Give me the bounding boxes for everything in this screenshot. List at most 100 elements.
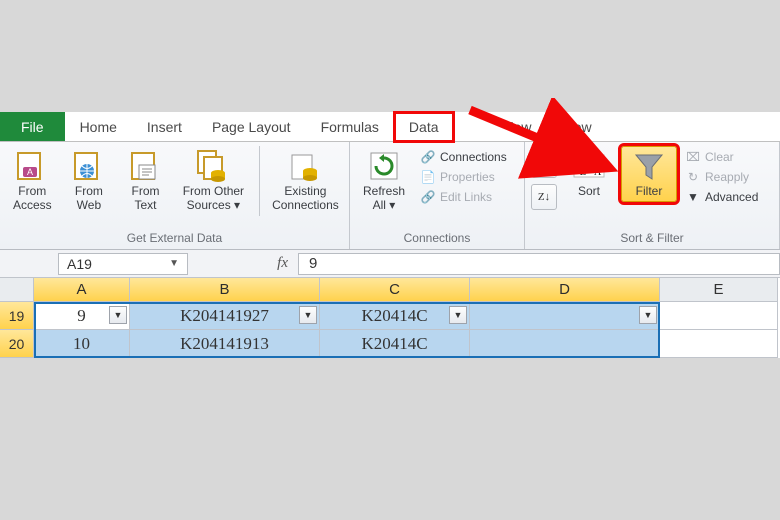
ribbon: A From Access From Web From Text From Ot…	[0, 142, 780, 250]
from-access-button[interactable]: A From Access	[6, 146, 59, 216]
cell-D19[interactable]: ▼	[470, 302, 660, 330]
svg-text:A: A	[27, 167, 33, 177]
filter-label: Filter	[636, 185, 663, 199]
tab-insert[interactable]: Insert	[132, 112, 197, 141]
filter-icon	[632, 149, 666, 183]
column-headers: A B C D E	[0, 278, 780, 302]
refresh-all-label: Refresh All ▾	[363, 185, 405, 213]
cell-B19-value: K204141927	[180, 306, 269, 326]
properties-icon: 📄	[420, 169, 436, 185]
reapply-button[interactable]: ↻ Reapply	[681, 168, 762, 186]
svg-text:A: A	[594, 167, 602, 178]
filter-arrow-A[interactable]: ▼	[109, 306, 127, 324]
cell-B20-value: K204141913	[180, 334, 269, 354]
formula-bar-separator: fx	[188, 255, 298, 272]
col-header-B[interactable]: B	[130, 278, 320, 302]
from-text-icon	[129, 149, 163, 183]
clear-button[interactable]: ⌧ Clear	[681, 148, 762, 166]
sort-button[interactable]: AZZA Sort	[561, 146, 617, 202]
sort-za-icon: Z↓	[538, 191, 550, 203]
existing-connections-icon	[288, 149, 322, 183]
filter-button[interactable]: Filter	[621, 146, 677, 202]
spreadsheet-grid: A B C D E 19 9 ▼ K204141927 ▼ K20414C ▼ …	[0, 278, 780, 358]
sort-icon: AZZA	[572, 149, 606, 183]
ribbon-tabs: File Home Insert Page Layout Formulas Da…	[0, 112, 780, 142]
cell-B20[interactable]: K204141913	[130, 330, 320, 358]
advanced-button[interactable]: ▼ Advanced	[681, 188, 762, 206]
cell-C19-value: K20414C	[361, 306, 427, 326]
name-box-dropdown-icon[interactable]: ▼	[169, 258, 179, 269]
group-label-sortfilter: Sort & Filter	[531, 231, 773, 247]
connections-label: Connections	[440, 150, 507, 164]
filter-arrow-D[interactable]: ▼	[639, 306, 657, 324]
formula-bar: A19 ▼ fx 9	[0, 250, 780, 278]
from-text-button[interactable]: From Text	[119, 146, 172, 216]
cell-B19[interactable]: K204141927 ▼	[130, 302, 320, 330]
cell-C20[interactable]: K20414C	[320, 330, 470, 358]
name-box-value: A19	[67, 256, 92, 272]
sort-az-button[interactable]: A↓	[531, 152, 557, 178]
cell-E20[interactable]	[660, 330, 778, 358]
from-web-button[interactable]: From Web	[63, 146, 116, 216]
row-19: 19 9 ▼ K204141927 ▼ K20414C ▼ ▼	[0, 302, 780, 330]
properties-button[interactable]: 📄 Properties	[416, 168, 511, 186]
connections-icon: 🔗	[420, 149, 436, 165]
reapply-icon: ↻	[685, 169, 701, 185]
cell-A20-value: 10	[73, 334, 90, 354]
group-get-external-data: A From Access From Web From Text From Ot…	[0, 142, 350, 249]
col-header-A[interactable]: A	[34, 278, 130, 302]
refresh-icon	[367, 149, 401, 183]
clear-icon: ⌧	[685, 149, 701, 165]
tab-view[interactable]: View	[547, 112, 607, 141]
group-connections: Refresh All ▾ 🔗 Connections 📄 Properties…	[350, 142, 525, 249]
tab-home[interactable]: Home	[65, 112, 132, 141]
connections-button[interactable]: 🔗 Connections	[416, 148, 511, 166]
cell-A19[interactable]: 9 ▼	[34, 302, 130, 330]
from-web-label: From Web	[75, 185, 103, 213]
formula-input[interactable]: 9	[298, 253, 780, 275]
col-header-E[interactable]: E	[660, 278, 778, 302]
edit-links-label: Edit Links	[440, 190, 492, 204]
group-sort-filter: A↓ Z↓ AZZA Sort Filter ⌧ Clear	[525, 142, 780, 249]
from-text-label: From Text	[132, 185, 160, 213]
excel-window: File Home Insert Page Layout Formulas Da…	[0, 112, 780, 358]
tab-formulas[interactable]: Formulas	[306, 112, 394, 141]
row-header-19[interactable]: 19	[0, 302, 34, 330]
from-other-icon	[196, 149, 230, 183]
tab-review[interactable]: iew	[496, 112, 547, 141]
sort-label: Sort	[578, 185, 600, 199]
cell-C19[interactable]: K20414C ▼	[320, 302, 470, 330]
filter-arrow-C[interactable]: ▼	[449, 306, 467, 324]
name-box[interactable]: A19 ▼	[58, 253, 188, 275]
cell-A20[interactable]: 10	[34, 330, 130, 358]
from-other-label: From Other Sources ▾	[183, 185, 244, 213]
refresh-all-button[interactable]: Refresh All ▾	[356, 146, 412, 216]
filter-arrow-B[interactable]: ▼	[299, 306, 317, 324]
svg-text:Z: Z	[580, 167, 586, 178]
row-20: 20 10 K204141913 K20414C	[0, 330, 780, 358]
sort-az-icon: A↓	[537, 159, 550, 171]
group-label-connections: Connections	[356, 231, 518, 247]
tab-file[interactable]: File	[0, 112, 65, 141]
row-header-20[interactable]: 20	[0, 330, 34, 358]
tab-data[interactable]: Data	[394, 112, 454, 142]
existing-connections-label: Existing Connections	[272, 185, 339, 213]
advanced-icon: ▼	[685, 189, 701, 205]
fx-label[interactable]: fx	[277, 255, 288, 272]
col-header-D[interactable]: D	[470, 278, 660, 302]
advanced-label: Advanced	[705, 190, 758, 204]
existing-connections-button[interactable]: Existing Connections	[268, 146, 343, 216]
from-other-sources-button[interactable]: From Other Sources ▾	[176, 146, 251, 216]
sort-za-button[interactable]: Z↓	[531, 184, 557, 210]
cell-E19[interactable]	[660, 302, 778, 330]
tab-page-layout[interactable]: Page Layout	[197, 112, 306, 141]
group-label-external: Get External Data	[6, 231, 343, 247]
cell-D20[interactable]	[470, 330, 660, 358]
reapply-label: Reapply	[705, 170, 749, 184]
clear-label: Clear	[705, 150, 734, 164]
select-all-corner[interactable]	[0, 278, 34, 302]
from-web-icon	[72, 149, 106, 183]
edit-links-button[interactable]: 🔗 Edit Links	[416, 188, 511, 206]
edit-links-icon: 🔗	[420, 189, 436, 205]
col-header-C[interactable]: C	[320, 278, 470, 302]
